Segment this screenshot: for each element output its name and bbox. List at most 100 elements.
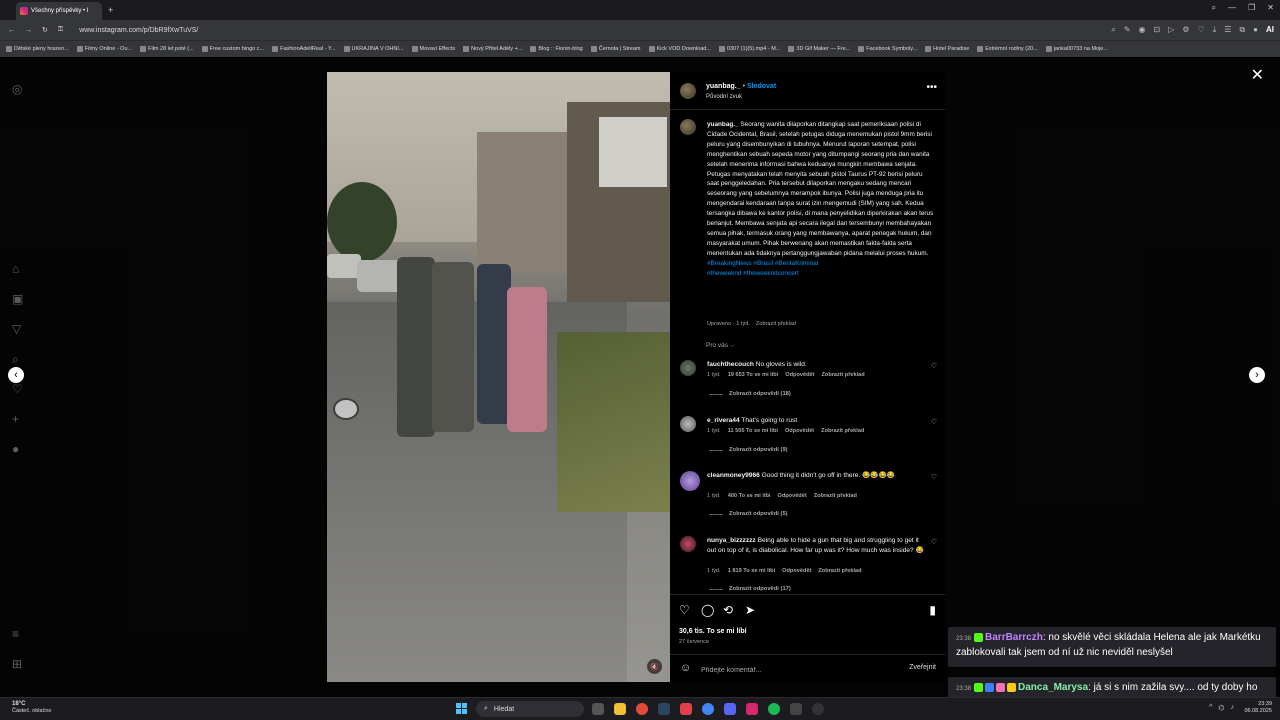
task-view-icon[interactable] xyxy=(592,703,604,715)
reply-link[interactable]: Odpovědět xyxy=(785,372,814,378)
clock[interactable]: 23:39 06.08.2025 xyxy=(1244,701,1272,715)
like-comment-icon[interactable]: ♡ xyxy=(931,418,937,426)
comment-avatar[interactable] xyxy=(680,360,696,376)
bookmark-item[interactable]: Černota | Stream xyxy=(590,46,641,52)
reply-link[interactable]: Odpovědět xyxy=(777,493,806,499)
save-icon[interactable]: ▮ xyxy=(929,603,936,617)
bookmark-item[interactable]: 3D Gif Maker — Fre... xyxy=(788,46,850,52)
translate-link[interactable]: Zobrazit překlad xyxy=(821,372,864,378)
favorite-icon[interactable]: ♡ xyxy=(1198,25,1205,35)
browser-icon[interactable] xyxy=(702,703,714,715)
weather-widget[interactable]: 18°C Částeč. oblačno xyxy=(12,701,51,715)
site-info-icon[interactable]: ⚿ xyxy=(58,26,63,34)
browser-tab[interactable]: Všechny příspěvky • I xyxy=(16,2,102,20)
reply-link[interactable]: Odpovědět xyxy=(785,428,814,434)
share-icon[interactable]: ➤ xyxy=(745,603,755,617)
view-replies-label[interactable]: Zobrazit odpovědi (9) xyxy=(729,447,788,453)
forward-icon[interactable]: → xyxy=(25,27,32,34)
bookmark-item[interactable]: Filmy Online - Ou... xyxy=(76,46,132,52)
post-video[interactable]: 🔇 xyxy=(327,72,670,682)
close-icon[interactable]: ✕ xyxy=(1251,65,1264,85)
for-you-sort-dropdown[interactable]: Pro vás ⌵ xyxy=(706,342,735,350)
view-replies-label[interactable]: Zobrazit odpovědi (17) xyxy=(729,586,791,592)
search-tabs-icon[interactable]: ⌕ xyxy=(1212,3,1216,13)
camera-icon[interactable]: ◉ xyxy=(1139,25,1146,35)
back-icon[interactable]: ← xyxy=(8,27,15,34)
hashtags-line-2[interactable]: #theweeknd #theweekndconcert xyxy=(707,270,799,277)
chat-username[interactable]: Danca_Marysa xyxy=(1018,682,1088,693)
file-explorer-icon[interactable] xyxy=(614,703,626,715)
publish-button[interactable]: Zveřejnit xyxy=(909,664,936,671)
bookmark-item[interactable]: Nový Přítel Adély +... xyxy=(463,46,522,52)
screenshot-icon[interactable]: ⊡ xyxy=(1154,25,1161,35)
vivaldi-icon[interactable] xyxy=(680,703,692,715)
bookmark-item[interactable]: Blog :: Fionin-blog xyxy=(530,46,583,52)
comment-likes[interactable]: 400 To se mi líbí xyxy=(728,493,771,499)
play-icon[interactable]: ▷ xyxy=(1168,25,1174,35)
download-icon[interactable]: ⤓ xyxy=(1213,25,1217,35)
previous-post-button[interactable]: ‹ xyxy=(8,367,24,383)
like-comment-icon[interactable]: ♡ xyxy=(931,362,937,370)
view-replies-link[interactable]: Zobrazit odpovědi (18) xyxy=(709,391,791,397)
next-post-button[interactable]: › xyxy=(1249,367,1265,383)
comment-username[interactable]: nunya_bizzzzzz xyxy=(707,537,756,544)
minimize-button[interactable]: — xyxy=(1228,3,1236,13)
view-replies-link[interactable]: Zobrazit odpovědi (5) xyxy=(709,511,788,517)
chrome-icon[interactable] xyxy=(636,703,648,715)
obs-icon[interactable] xyxy=(812,703,824,715)
extensions-icon[interactable]: ⚙ xyxy=(1182,25,1189,35)
network-icon[interactable]: ⌬ xyxy=(1218,704,1224,712)
ai-badge[interactable]: AI xyxy=(1266,25,1274,35)
clipboard-icon[interactable]: ⧉ xyxy=(1239,25,1245,35)
tray-chevron-icon[interactable]: ^ xyxy=(1209,704,1212,712)
view-replies-link[interactable]: Zobrazit odpovědi (17) xyxy=(709,586,791,592)
chat-username[interactable]: BarrBarrczh xyxy=(985,632,1043,643)
mute-button[interactable]: 🔇 xyxy=(647,659,662,674)
bookmark-item[interactable]: janka00733 na Moje... xyxy=(1045,46,1108,52)
translate-link[interactable]: Zobrazit překlad xyxy=(818,568,861,574)
likes-count[interactable]: 30,6 tis. To se mi líbí xyxy=(679,628,747,635)
bookmark-item[interactable]: UKRAJINA V OHNI... xyxy=(343,46,404,52)
comment-avatar[interactable] xyxy=(680,536,696,552)
comment-avatar[interactable] xyxy=(680,416,696,432)
comment-username[interactable]: e_rivera44 xyxy=(707,417,740,424)
start-button[interactable] xyxy=(456,703,468,715)
comments-section[interactable]: yuanbag._ Seorang wanita dilaporkan dita… xyxy=(670,112,945,594)
follow-button[interactable]: Sledovat xyxy=(747,83,776,90)
comment-username[interactable]: cleanmoney9966 xyxy=(707,472,760,479)
like-icon[interactable]: ♡ xyxy=(679,603,690,617)
like-comment-icon[interactable]: ♡ xyxy=(931,538,937,546)
maximize-button[interactable]: ❐ xyxy=(1248,3,1255,13)
close-window-button[interactable]: ✕ xyxy=(1267,3,1274,13)
author-username[interactable]: yuanbag._ xyxy=(706,83,741,90)
caption-author-avatar[interactable] xyxy=(680,119,696,135)
more-options-icon[interactable]: ••• xyxy=(926,82,937,93)
zoom-icon[interactable]: ⌕ xyxy=(1111,25,1115,35)
hashtags-line-1[interactable]: #BreakingNews #Brasil #BeritaKriminal xyxy=(707,260,818,267)
steam-icon[interactable] xyxy=(658,703,670,715)
profile-icon[interactable]: ● xyxy=(1253,25,1258,35)
view-replies-link[interactable]: Zobrazit odpovědi (9) xyxy=(709,447,788,453)
comment-likes[interactable]: 11 505 To se mi líbí xyxy=(728,428,778,434)
bookmark-item[interactable]: 0307 (1)(5).mp4 - M... xyxy=(718,46,780,52)
view-replies-label[interactable]: Zobrazit odpovědi (5) xyxy=(729,511,788,517)
comment-username[interactable]: fauchthecouch xyxy=(707,361,754,368)
comment-likes[interactable]: 19 653 To se mi líbí xyxy=(728,372,779,378)
url-field[interactable]: www.instagram.com/p/DbR9fXwTuVS/ xyxy=(79,27,198,34)
caption-translate-link[interactable]: Zobrazit překlad xyxy=(756,321,796,327)
comment-avatar[interactable] xyxy=(680,471,700,491)
translate-link[interactable]: Zobrazit překlad xyxy=(814,493,857,499)
bookmark-item[interactable]: Facebook Symboly... xyxy=(858,46,917,52)
bookmark-item[interactable]: Dětské pleny hrazen... xyxy=(6,46,69,52)
edit-icon[interactable]: ✎ xyxy=(1124,25,1131,35)
bookmark-item[interactable]: FashionAdellReal - Y... xyxy=(272,46,336,52)
new-tab-button[interactable]: + xyxy=(108,5,113,15)
volume-icon[interactable]: ♪ xyxy=(1231,704,1235,712)
repost-icon[interactable]: ⟲ xyxy=(723,603,733,617)
spotify-icon[interactable] xyxy=(768,703,780,715)
like-comment-icon[interactable]: ♡ xyxy=(931,473,937,481)
capcut-icon[interactable] xyxy=(790,703,802,715)
translate-link[interactable]: Zobrazit překlad xyxy=(821,428,864,434)
original-audio-link[interactable]: Původní zvuk xyxy=(706,94,742,100)
comment-input[interactable] xyxy=(701,664,891,676)
